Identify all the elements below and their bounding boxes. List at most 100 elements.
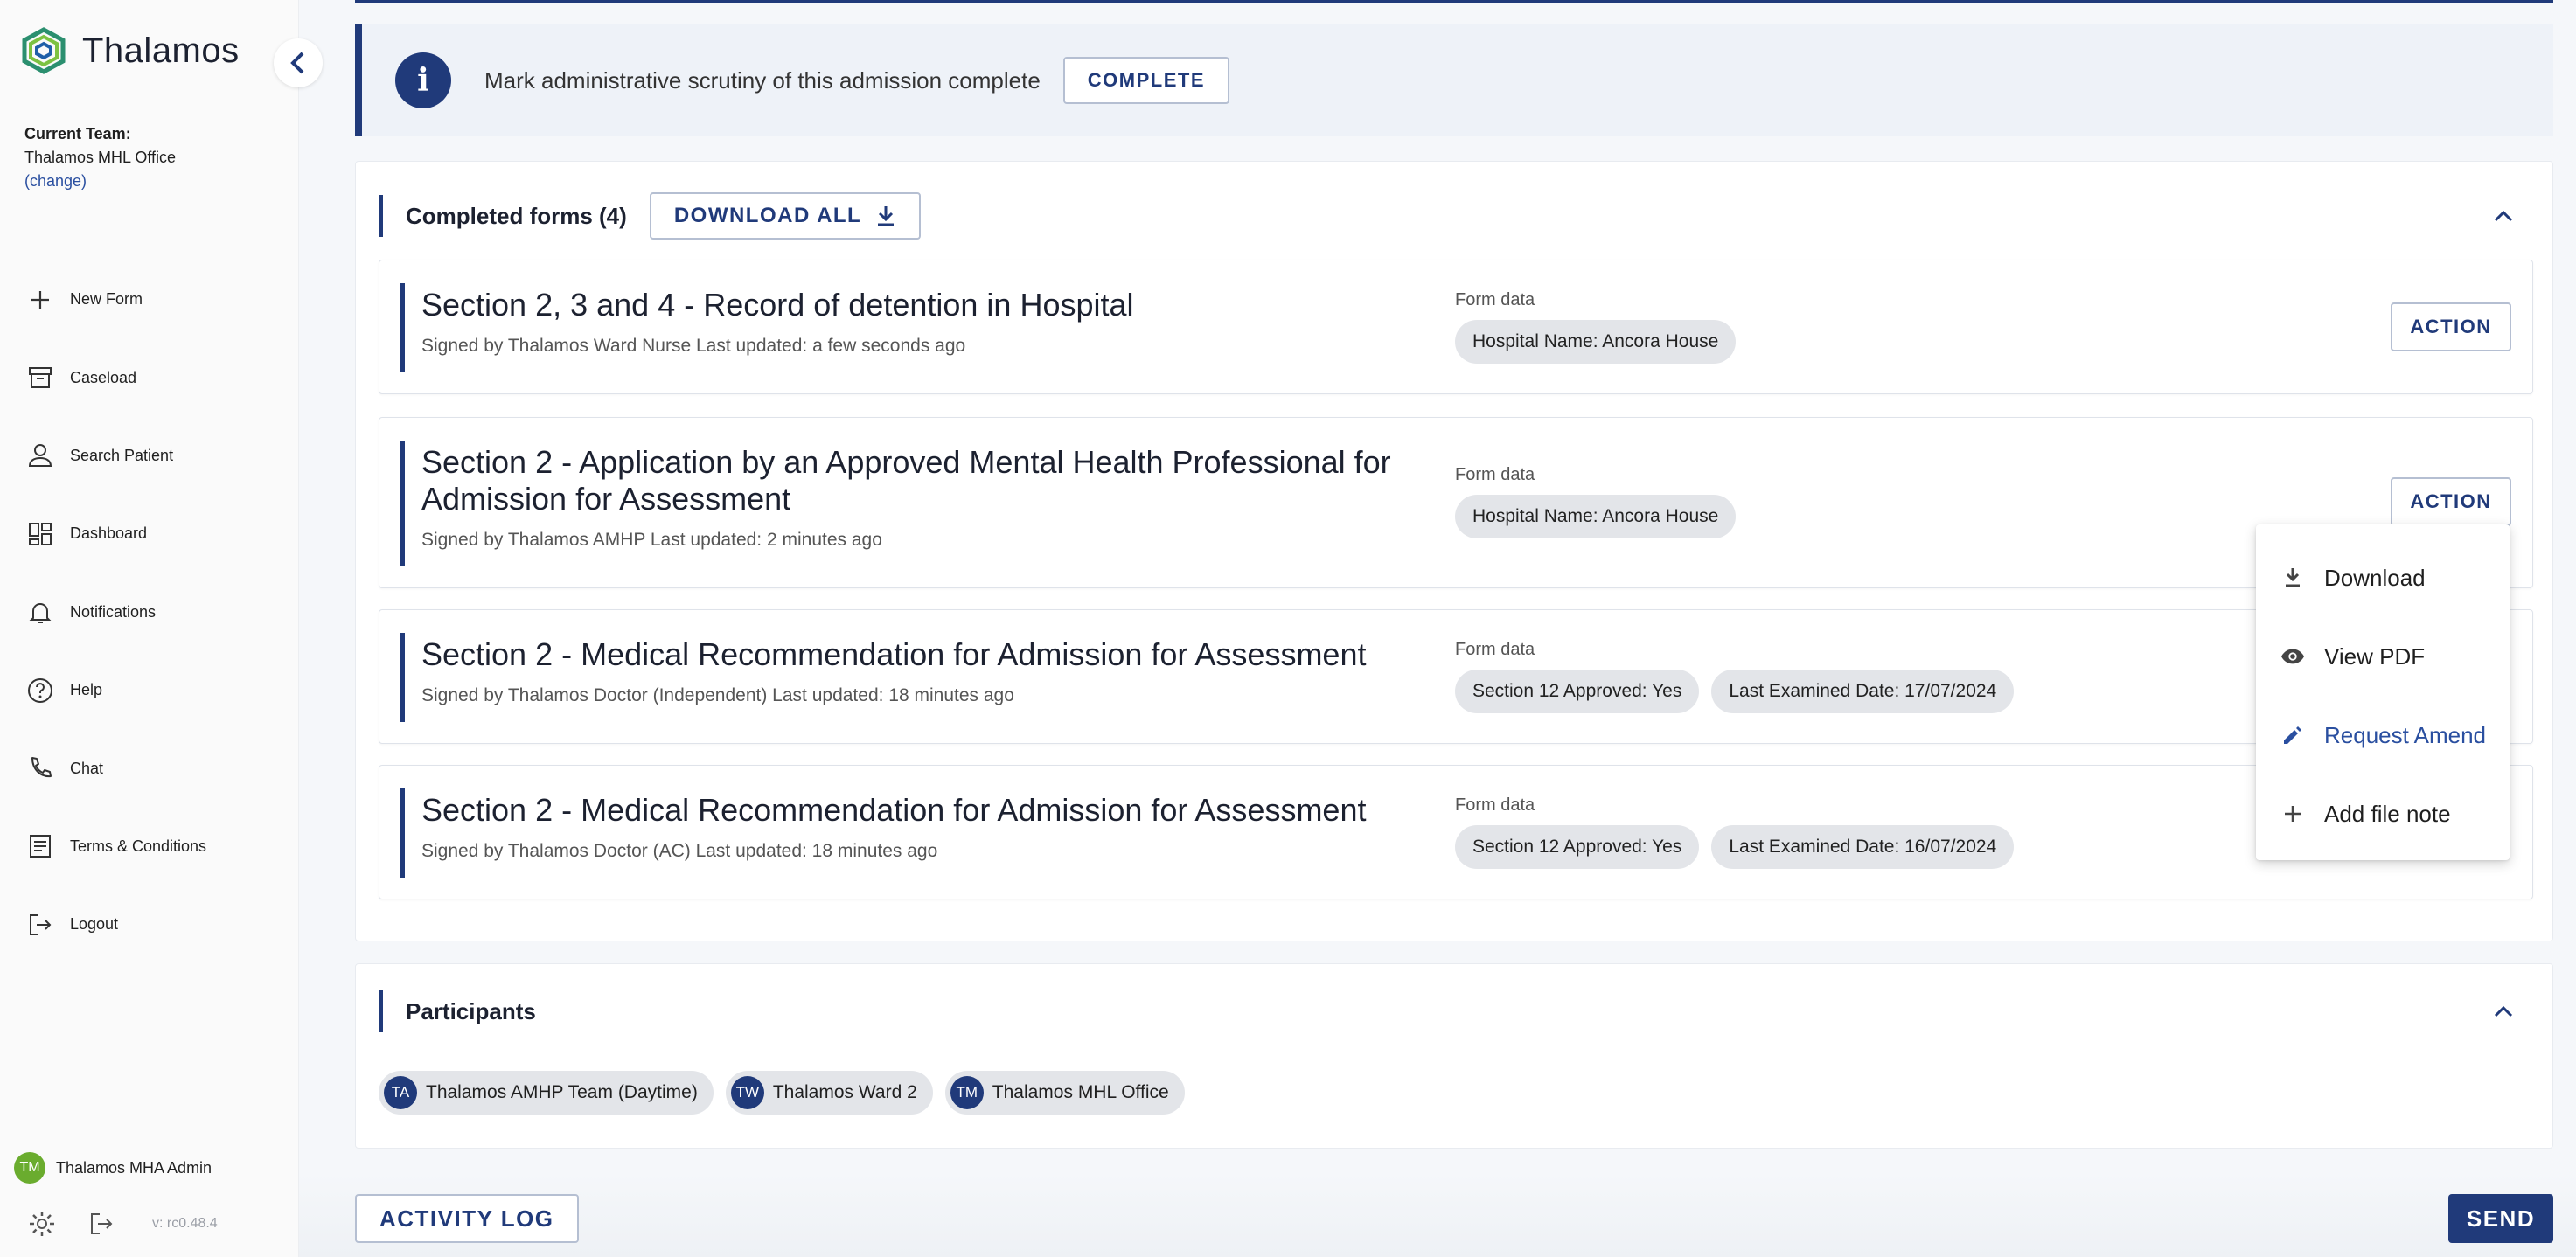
plus-icon xyxy=(24,284,56,316)
send-button[interactable]: SEND xyxy=(2448,1194,2553,1243)
sidebar-nav: New Form Caseload Search Patient Dashboa… xyxy=(24,260,287,964)
collapse-sidebar-button[interactable] xyxy=(274,38,323,87)
complete-button[interactable]: COMPLETE xyxy=(1062,57,1230,104)
download-all-label: DOWNLOAD ALL xyxy=(673,204,862,227)
thalamos-logo-icon xyxy=(22,27,66,74)
menu-item-download[interactable]: Download xyxy=(2256,538,2510,617)
brand[interactable]: Thalamos xyxy=(19,26,240,75)
action-button[interactable]: ACTION xyxy=(2391,477,2511,526)
change-team-link[interactable]: (change) xyxy=(24,170,176,193)
participant-list: TA Thalamos AMHP Team (Daytime) TW Thala… xyxy=(379,1071,1197,1115)
sidebar-item-dashboard[interactable]: Dashboard xyxy=(24,495,287,573)
form-accent-bar xyxy=(400,441,405,566)
participant-name: Thalamos AMHP Team (Daytime) xyxy=(426,1082,698,1102)
logout-icon xyxy=(24,909,56,941)
gear-icon[interactable] xyxy=(24,1206,59,1241)
form-accent-bar xyxy=(400,633,405,722)
sidebar-item-caseload[interactable]: Caseload xyxy=(24,338,287,416)
sidebar-item-notifications[interactable]: Notifications xyxy=(24,573,287,651)
sidebar-item-logout[interactable]: Logout xyxy=(24,885,287,963)
eye-icon xyxy=(2280,644,2305,669)
form-data-chip: Last Examined Date: 17/07/2024 xyxy=(1711,670,2015,713)
completed-forms-header: Completed forms (4) DOWNLOAD ALL xyxy=(379,192,922,240)
sidebar: Thalamos Current Team: Thalamos MHL Offi… xyxy=(0,0,299,1257)
menu-item-request-amend[interactable]: Request Amend xyxy=(2256,696,2510,774)
form-data-chip: Section 12 Approved: Yes xyxy=(1455,670,1700,713)
menu-item-add-file-note[interactable]: Add file note xyxy=(2256,774,2510,853)
activity-log-button[interactable]: ACTIVITY LOG xyxy=(355,1194,579,1243)
brand-name: Thalamos xyxy=(82,31,240,70)
chevron-left-icon xyxy=(290,52,304,74)
download-all-button[interactable]: DOWNLOAD ALL xyxy=(649,192,922,240)
scrutiny-notice: i Mark administrative scrutiny of this a… xyxy=(355,24,2553,136)
form-data-label: Form data xyxy=(1455,290,1535,309)
participants-title: Participants xyxy=(406,997,536,1024)
form-title: Section 2, 3 and 4 - Record of detention… xyxy=(421,287,1134,323)
avatar: TM xyxy=(14,1152,45,1184)
form-accent-bar xyxy=(400,283,405,372)
sidebar-item-chat[interactable]: Chat xyxy=(24,729,287,807)
participant-chip: TM Thalamos MHL Office xyxy=(944,1071,1185,1115)
help-icon xyxy=(24,675,56,706)
top-accent-line xyxy=(355,0,2553,3)
sidebar-item-label: Terms & Conditions xyxy=(70,837,207,855)
sidebar-item-label: Notifications xyxy=(70,602,157,621)
participant-name: Thalamos MHL Office xyxy=(992,1082,1169,1102)
form-row: Section 2, 3 and 4 - Record of detention… xyxy=(379,260,2533,394)
form-data-chip: Last Examined Date: 16/07/2024 xyxy=(1711,825,2015,869)
archive-icon xyxy=(24,362,56,393)
form-data-chips: Hospital Name: Ancora House xyxy=(1455,495,1748,538)
collapse-participants-button[interactable] xyxy=(2489,997,2517,1025)
completed-forms-title: Completed forms (4) xyxy=(406,202,627,229)
sidebar-item-search-patient[interactable]: Search Patient xyxy=(24,417,287,495)
form-data-label: Form data xyxy=(1455,640,1535,659)
completed-forms-section: Completed forms (4) DOWNLOAD ALL Section… xyxy=(355,161,2553,941)
action-button[interactable]: ACTION xyxy=(2391,302,2511,351)
footer-bar xyxy=(299,1173,2576,1257)
collapse-forms-button[interactable] xyxy=(2489,202,2517,230)
info-icon: i xyxy=(395,52,451,108)
form-title: Section 2 - Medical Recommendation for A… xyxy=(421,792,1367,828)
form-signed-by: Signed by Thalamos AMHP Last updated: 2 … xyxy=(421,530,882,550)
dashboard-icon xyxy=(24,518,56,550)
download-icon xyxy=(878,206,895,226)
sidebar-item-label: Logout xyxy=(70,915,119,934)
sidebar-item-label: Help xyxy=(70,681,103,699)
participant-chip: TA Thalamos AMHP Team (Daytime) xyxy=(379,1071,714,1115)
user-name: Thalamos MHA Admin xyxy=(56,1158,212,1177)
sidebar-item-help[interactable]: Help xyxy=(24,651,287,729)
form-row: Section 2 - Medical Recommendation for A… xyxy=(379,609,2533,744)
phone-icon xyxy=(24,753,56,784)
participants-header: Participants xyxy=(379,990,536,1032)
chevron-up-icon xyxy=(2494,210,2513,222)
logout-icon[interactable] xyxy=(84,1206,119,1241)
form-data-label: Form data xyxy=(1455,795,1535,815)
menu-item-label: View PDF xyxy=(2324,642,2426,670)
participant-name: Thalamos Ward 2 xyxy=(772,1082,917,1102)
download-icon xyxy=(2280,566,2305,590)
avatar: TM xyxy=(950,1076,984,1109)
form-row: Section 2 - Medical Recommendation for A… xyxy=(379,765,2533,899)
current-user[interactable]: TM Thalamos MHA Admin xyxy=(14,1152,212,1184)
form-accent-bar xyxy=(400,788,405,878)
sidebar-bottom-tools: v: rc0.48.4 xyxy=(24,1206,218,1241)
sidebar-item-terms[interactable]: Terms & Conditions xyxy=(24,808,287,885)
chevron-up-icon xyxy=(2494,1005,2513,1017)
form-data-chip: Hospital Name: Ancora House xyxy=(1455,320,1737,364)
form-row: Section 2 - Application by an Approved M… xyxy=(379,417,2533,588)
notice-text: Mark administrative scrutiny of this adm… xyxy=(484,66,1041,94)
form-data-chip: Section 12 Approved: Yes xyxy=(1455,825,1700,869)
current-team-name: Thalamos MHL Office xyxy=(24,149,177,166)
current-team-label: Current Team: xyxy=(24,125,131,142)
person-icon xyxy=(24,440,56,471)
menu-item-label: Request Amend xyxy=(2324,721,2487,748)
sidebar-item-label: Search Patient xyxy=(70,446,174,464)
menu-item-label: Download xyxy=(2324,564,2426,591)
current-team: Current Team: Thalamos MHL Office (chang… xyxy=(24,122,176,193)
form-title: Section 2 - Medical Recommendation for A… xyxy=(421,636,1367,672)
menu-item-view-pdf[interactable]: View PDF xyxy=(2256,617,2510,696)
document-icon xyxy=(24,830,56,862)
sidebar-item-label: Dashboard xyxy=(70,524,148,543)
form-data-chip: Hospital Name: Ancora House xyxy=(1455,495,1737,538)
sidebar-item-new-form[interactable]: New Form xyxy=(24,260,287,338)
